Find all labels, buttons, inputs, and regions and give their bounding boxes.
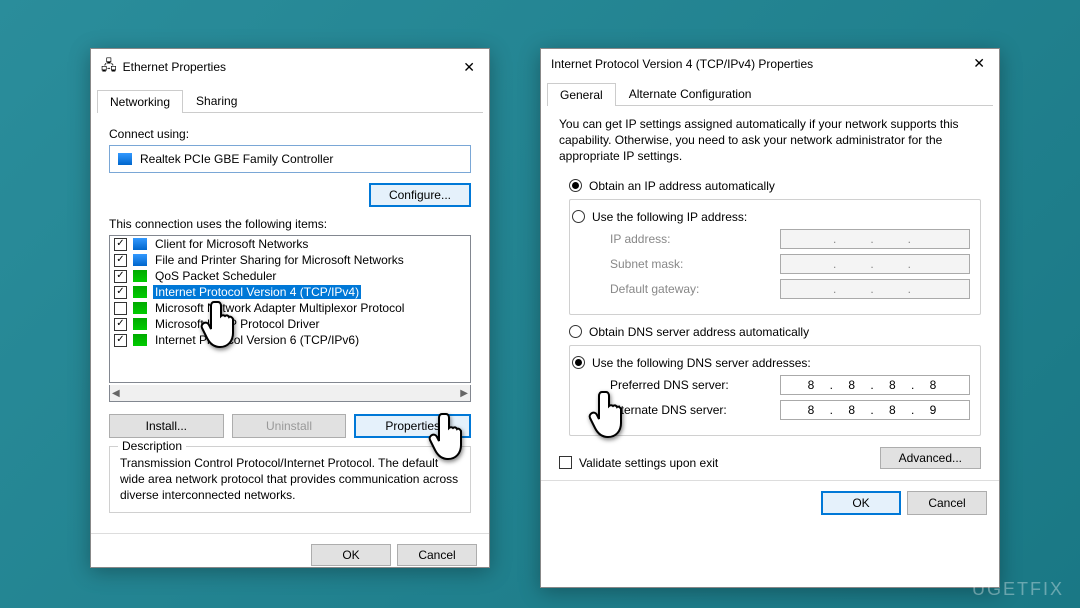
description-heading: Description [118,439,186,453]
radio-label: Obtain an IP address automatically [589,179,775,193]
adapter-icon [118,153,132,165]
list-item[interactable]: ✓ QoS Packet Scheduler [110,268,470,284]
tab-alternate-config[interactable]: Alternate Configuration [616,82,765,105]
component-icon [133,238,147,250]
default-gateway-label: Default gateway: [610,282,780,296]
component-icon [133,318,147,330]
tab-sharing[interactable]: Sharing [183,89,250,112]
radio-label: Obtain DNS server address automatically [589,325,809,339]
cancel-button[interactable]: Cancel [397,544,477,566]
list-item-selected[interactable]: ✓ Internet Protocol Version 4 (TCP/IPv4) [110,284,470,300]
component-label: Client for Microsoft Networks [153,237,310,251]
list-item[interactable]: Microsoft Network Adapter Multiplexor Pr… [110,300,470,316]
tabs: Networking Sharing [97,89,483,113]
component-label: File and Printer Sharing for Microsoft N… [153,253,406,267]
component-icon [133,270,147,282]
component-icon [133,254,147,266]
advanced-button[interactable]: Advanced... [880,447,981,469]
component-icon [133,286,147,298]
properties-button[interactable]: Properties [354,414,471,438]
component-icon [133,334,147,346]
ipv4-properties-window: Internet Protocol Version 4 (TCP/IPv4) P… [540,48,1000,588]
component-label: Microsoft Network Adapter Multiplexor Pr… [153,301,406,315]
list-item[interactable]: ✓ Microsoft LLDP Protocol Driver [110,316,470,332]
adapter-field[interactable]: Realtek PCIe GBE Family Controller [109,145,471,173]
alternate-dns-input[interactable] [780,400,970,420]
list-item[interactable]: ✓ Internet Protocol Version 6 (TCP/IPv6) [110,332,470,348]
tab-general[interactable]: General [547,83,616,106]
ethernet-icon: 🖧 [101,55,117,79]
window-title: Internet Protocol Version 4 (TCP/IPv4) P… [551,57,813,71]
description-group: Description Transmission Control Protoco… [109,446,471,513]
alternate-dns-label: Alternate DNS server: [610,403,780,417]
radio-use-dns[interactable]: Use the following DNS server addresses: [572,356,972,370]
preferred-dns-label: Preferred DNS server: [610,378,780,392]
checkbox-icon[interactable]: ✓ [114,318,127,331]
ip-manual-group: Use the following IP address: IP address… [569,199,981,315]
ok-button[interactable]: OK [821,491,901,515]
adapter-name: Realtek PCIe GBE Family Controller [140,152,333,166]
list-item[interactable]: ✓ File and Printer Sharing for Microsoft… [110,252,470,268]
titlebar: Internet Protocol Version 4 (TCP/IPv4) P… [541,49,999,78]
radio-obtain-dns-auto[interactable]: Obtain DNS server address automatically [569,325,981,339]
radio-label: Use the following DNS server addresses: [592,356,811,370]
list-item[interactable]: ✓ Client for Microsoft Networks [110,236,470,252]
validate-checkbox[interactable]: Validate settings upon exit [559,456,718,470]
radio-icon [572,210,585,223]
component-label: Microsoft LLDP Protocol Driver [153,317,322,331]
subnet-mask-label: Subnet mask: [610,257,780,271]
close-icon[interactable]: ✕ [459,59,479,76]
uninstall-button[interactable]: Uninstall [232,414,347,438]
checkbox-icon [559,456,572,469]
window-title: Ethernet Properties [123,60,226,74]
ip-address-label: IP address: [610,232,780,246]
radio-label: Use the following IP address: [592,210,747,224]
components-listbox[interactable]: ✓ Client for Microsoft Networks ✓ File a… [109,235,471,383]
radio-obtain-ip-auto[interactable]: Obtain an IP address automatically [569,179,981,193]
checkbox-icon[interactable]: ✓ [114,254,127,267]
connect-using-label: Connect using: [109,127,471,141]
configure-button[interactable]: Configure... [369,183,471,207]
radio-icon [569,325,582,338]
close-icon[interactable]: ✕ [969,55,989,72]
intro-text: You can get IP settings assigned automat… [559,116,981,165]
items-label: This connection uses the following items… [109,217,471,231]
ip-address-input[interactable] [780,229,970,249]
radio-icon [572,356,585,369]
component-label: QoS Packet Scheduler [153,269,278,283]
preferred-dns-input[interactable] [780,375,970,395]
component-label: Internet Protocol Version 6 (TCP/IPv6) [153,333,361,347]
subnet-mask-input[interactable] [780,254,970,274]
checkbox-icon[interactable]: ✓ [114,270,127,283]
radio-use-ip[interactable]: Use the following IP address: [572,210,972,224]
component-label: Internet Protocol Version 4 (TCP/IPv4) [153,285,361,299]
titlebar: 🖧 Ethernet Properties ✕ [91,49,489,85]
validate-label: Validate settings upon exit [579,456,718,470]
cancel-button[interactable]: Cancel [907,491,987,515]
horizontal-scrollbar[interactable]: ◀▶ [109,385,471,402]
tabs: General Alternate Configuration [547,82,993,106]
tab-networking[interactable]: Networking [97,90,183,113]
watermark: UGETFIX [972,579,1064,600]
checkbox-icon[interactable] [114,302,127,315]
checkbox-icon[interactable]: ✓ [114,238,127,251]
radio-icon [569,179,582,192]
ok-button[interactable]: OK [311,544,391,566]
default-gateway-input[interactable] [780,279,970,299]
checkbox-icon[interactable]: ✓ [114,286,127,299]
install-button[interactable]: Install... [109,414,224,438]
dns-manual-group: Use the following DNS server addresses: … [569,345,981,436]
description-text: Transmission Control Protocol/Internet P… [120,455,460,504]
ethernet-properties-window: 🖧 Ethernet Properties ✕ Networking Shari… [90,48,490,568]
checkbox-icon[interactable]: ✓ [114,334,127,347]
component-icon [133,302,147,314]
